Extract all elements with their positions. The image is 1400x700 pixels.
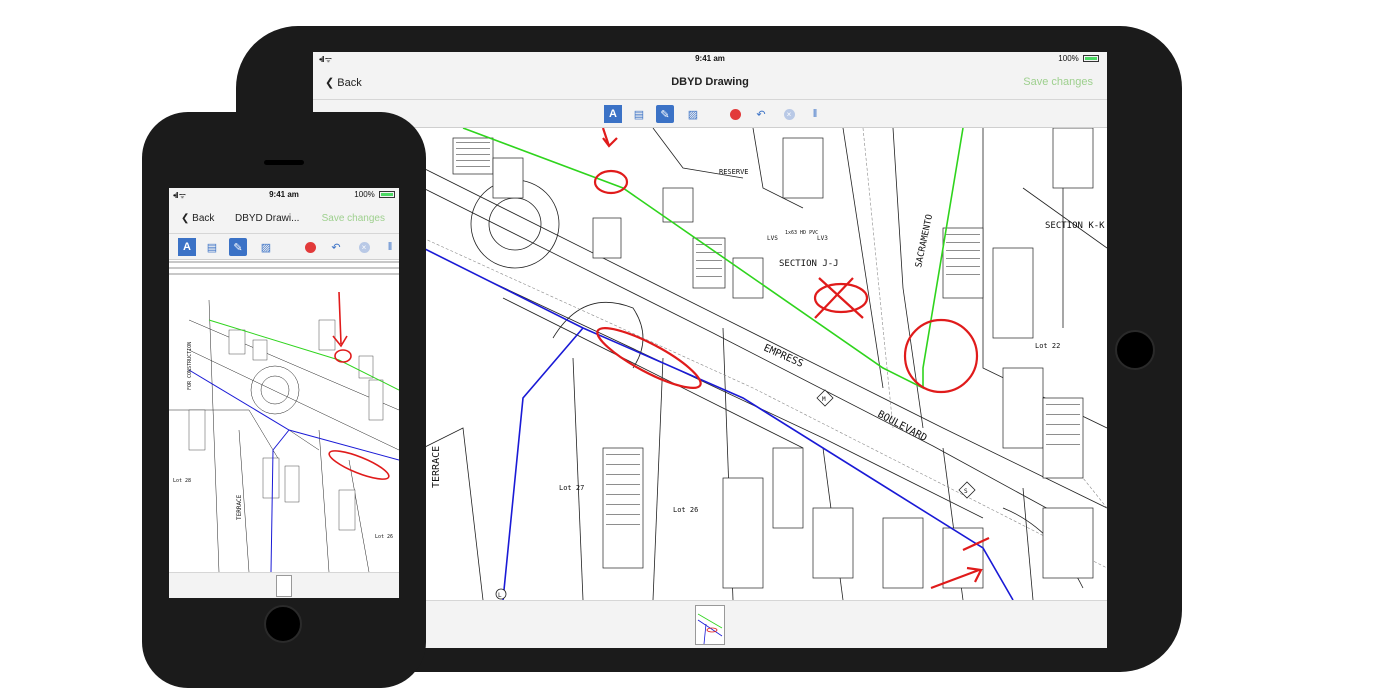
clear-button[interactable]: × [780,105,798,123]
markup-ellipse-cable [328,450,390,480]
navigation-bar: ❮ Back DBYD Drawing Save changes [313,66,1107,100]
clear-icon: × [783,108,795,120]
phone-home-button [264,605,302,643]
record-icon [304,241,316,253]
marker-m: M [816,389,834,407]
plan-linework [423,128,1107,600]
text-tool-icon[interactable]: A [604,105,622,123]
label-lot-26: Lot 26 [375,534,393,540]
label-lot-22: Lot 22 [1035,342,1060,350]
phone-speaker [264,160,304,165]
cable-tables [452,128,1094,589]
clear-button[interactable]: × [355,238,373,256]
page-thumbnail-bar [169,572,399,598]
drawing-canvas[interactable]: FOR CONSTRUCTION TERRACE Lot 26 Lot 28 [169,260,399,572]
label-reserve: RESERVE [719,168,749,176]
label-lot-28: Lot 28 [173,478,191,484]
record-icon [729,108,741,120]
comment-icon[interactable]: ▤ [203,238,221,256]
record-button[interactable] [726,105,744,123]
label-lvs: LVS [767,235,778,242]
back-button[interactable]: ❮ Back [181,213,214,224]
page-title: DBYD Drawing [671,76,749,88]
undo-icon[interactable]: ↶ [752,105,770,123]
markup-circle-top [593,169,629,195]
tablet-home-button [1115,330,1155,370]
svg-text:S: S [964,488,968,495]
save-changes-button[interactable]: Save changes [322,213,385,224]
status-bar: •ıll ᯤ 9:41 am 100% [313,52,1107,66]
page-thumbnail-preview [697,613,723,645]
pen-icon[interactable]: ✎ [656,105,674,123]
status-bar: •ıll ᯤ 9:41 am 100% [169,188,399,202]
markup-arrow-top [332,291,348,348]
markup-ellipse-cable [596,326,702,390]
svg-text:M: M [822,396,826,403]
clear-icon: × [358,241,370,253]
annotation-toolbar: A ▤ ✎ ▨ ↶ × ‖ [313,100,1107,128]
markup-circle-top [334,349,352,363]
battery-indicator: 100% [1058,54,1099,63]
drawing-canvas[interactable]: RESERVE SECTION J-J SECTION K-K 1x63 HD … [423,128,1107,600]
page-thumbnail-bar [313,600,1107,648]
divider-icon: ‖ [812,108,818,120]
marker-s: S [958,481,976,499]
battery-icon [1083,55,1099,63]
cable-tables [188,319,384,531]
chevron-left-icon: ❮ [181,213,190,224]
navigation-bar: ❮ Back DBYD Drawi... Save changes [169,202,399,234]
page-thumbnail[interactable] [276,575,292,597]
battery-icon [379,191,395,199]
table-hatching [456,142,1080,525]
label-lot-27: Lot 27 [559,484,584,492]
undo-icon[interactable]: ↶ [327,238,345,256]
blue-cable-line [423,247,1014,600]
marker-l: L [495,588,507,600]
back-label: Back [192,213,215,224]
blue-cable-line [188,369,399,461]
battery-indicator: 100% [354,190,395,199]
label-terrace: TERRACE [236,494,243,520]
text-tool-icon[interactable]: A [178,238,196,256]
markup-arrow-top [601,128,618,148]
divider-icon: ‖ [387,241,393,253]
image-icon[interactable]: ▨ [684,105,702,123]
svg-text:L: L [498,592,502,599]
page-thumbnail[interactable] [695,605,725,645]
label-lot-26: Lot 26 [673,506,698,514]
label-lv3: LV3 [817,235,828,242]
label-terrace: TERRACE [431,446,442,488]
label-pvc: 1x63 HD PVC [785,230,818,236]
status-time: 9:41 am [695,54,725,63]
label-sacramento: SACRAMENTO [914,214,935,269]
comment-icon[interactable]: ▤ [630,105,648,123]
label-for-construction: FOR CONSTRUCTION [187,342,193,390]
label-empress: EMPRESS [762,343,805,370]
markup-circle-right [903,318,979,394]
annotation-toolbar: A ▤ ✎ ▨ ↶ × ‖ [169,234,399,260]
label-section-jj: SECTION J-J [779,259,839,269]
battery-percent: 100% [354,190,375,199]
record-button[interactable] [301,238,319,256]
page-title: DBYD Drawi... [235,213,300,224]
tablet-screen: •ıll ᯤ 9:41 am 100% ❮ Back DBYD Drawing … [313,52,1107,648]
phone-screen: •ıll ᯤ 9:41 am 100% ❮ Back DBYD Drawi...… [169,188,399,598]
image-icon[interactable]: ▨ [257,238,275,256]
pen-icon[interactable]: ✎ [229,238,247,256]
blue-cable-branch [502,327,584,600]
label-section-kk: SECTION K-K [1045,221,1105,231]
battery-percent: 100% [1058,54,1079,63]
save-changes-button[interactable]: Save changes [1023,76,1093,88]
